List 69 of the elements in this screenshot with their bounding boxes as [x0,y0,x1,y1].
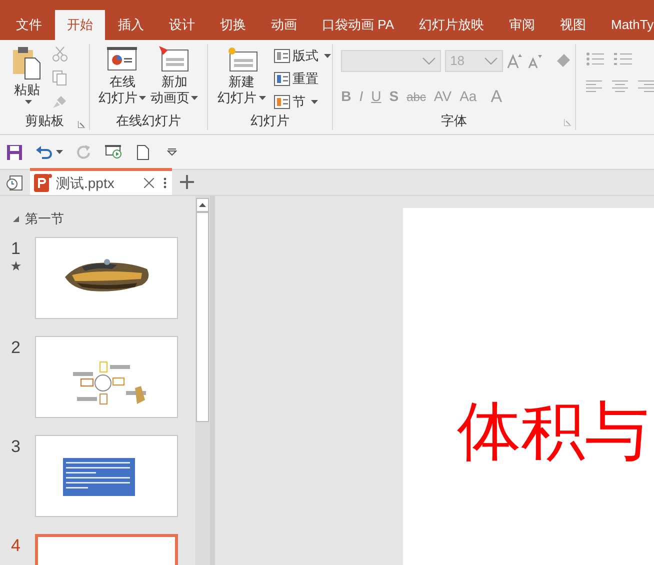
paste-button[interactable]: 粘贴 [12,44,42,112]
powerpoint-icon [34,174,52,192]
layout-icon [274,95,290,109]
ribbon-button[interactable]: 新加 动画页 [150,46,198,112]
expand-icon[interactable] [78,121,86,128]
numbered-list-icon[interactable] [614,52,632,66]
ribbon-tab[interactable]: MathTy [599,10,654,40]
add-tab-icon[interactable] [180,175,194,189]
scroll-up-icon[interactable] [199,203,206,207]
align-right-icon[interactable] [638,80,654,92]
redo-icon[interactable] [77,145,91,159]
collapse-icon[interactable] [13,216,19,222]
scrollbar[interactable] [195,196,210,565]
align-center-icon[interactable] [612,80,628,92]
expand-icon[interactable] [564,119,571,126]
more-icon[interactable] [163,177,167,189]
group-label: 幻灯片 [250,112,290,130]
caret-icon [258,96,266,100]
slide-number: 2 [11,338,20,358]
copy-icon[interactable] [52,70,68,86]
section-title[interactable]: 第一节 [25,209,64,229]
layout-icon [274,49,290,63]
shrink-font-icon[interactable] [527,53,544,69]
caret-icon [139,96,146,100]
layout-icon [274,72,290,86]
clipboard-icon [12,46,42,80]
group-label: 在线幻灯片 [116,112,181,130]
new-slide-icon [226,46,258,72]
ribbon-tab[interactable]: 设计 [157,10,207,40]
slide-number: 1 [11,239,20,259]
ribbon-tab[interactable]: 文件 [4,10,54,40]
undo-icon[interactable] [36,145,52,159]
small-ribbon-button[interactable]: 版式 [274,46,331,66]
ribbon-button[interactable]: 在线 幻灯片 [98,46,146,112]
document-tab-title: 测试.pptx [56,174,116,193]
ribbon-tab[interactable]: 视图 [548,10,598,40]
caret-icon [191,96,198,100]
new-slide-button[interactable]: 新建 幻灯片 [218,46,266,112]
slide-number: 3 [11,437,20,457]
slideshow-icon[interactable] [105,144,123,160]
new-page-icon [159,46,190,72]
ribbon-tab[interactable]: 审阅 [497,10,547,40]
customize-toolbar-icon[interactable] [167,148,177,156]
ribbon-tab[interactable]: 口袋动画 PA [310,10,406,40]
ribbon-tab[interactable]: 幻灯片放映 [407,10,496,40]
save-icon[interactable] [7,144,22,160]
new-document-icon[interactable] [137,144,149,160]
chevron-down-icon [422,57,436,65]
scissors-icon[interactable] [52,46,68,62]
small-ribbon-button[interactable]: 节 [274,92,331,112]
group-label: 剪贴板 [25,112,64,130]
presentation-icon [107,46,138,72]
ribbon-tab[interactable]: 开始 [55,10,105,40]
group-label: 字体 [441,112,468,130]
document-tab[interactable]: 测试.pptx [30,168,172,195]
ribbon-tab[interactable]: 切换 [208,10,258,40]
grow-font-icon[interactable] [507,53,524,69]
slide-number: 4 [11,536,20,556]
ribbon-tab[interactable]: 动画 [259,10,309,40]
slide-title: 体积与 [457,396,649,467]
caret-icon [56,150,63,154]
history-icon[interactable] [6,174,24,192]
small-ribbon-button[interactable]: 重置 [274,69,331,89]
align-left-icon[interactable] [586,80,602,92]
ribbon-tab[interactable]: 插入 [106,10,156,40]
caret-icon [24,100,32,104]
bullet-list-icon[interactable] [586,52,604,66]
close-icon[interactable] [144,178,154,188]
chevron-down-icon [484,57,498,65]
